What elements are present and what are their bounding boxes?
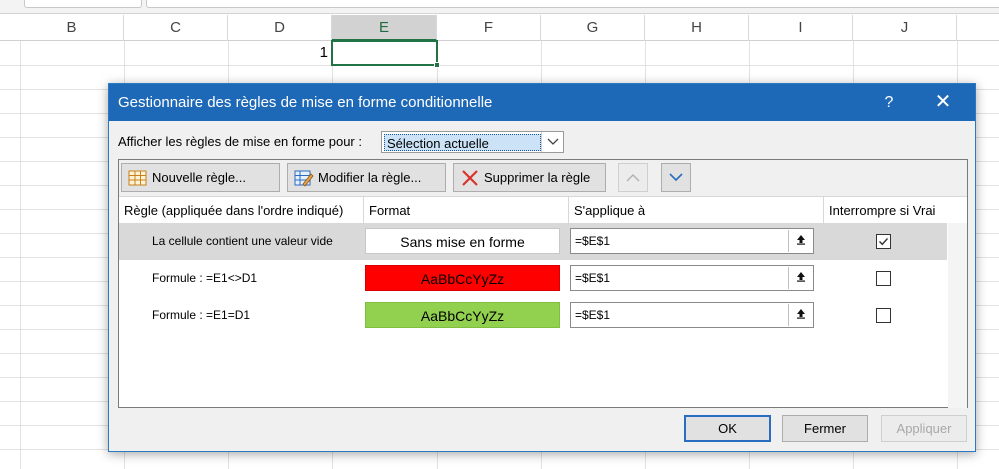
column-header-applies-to: S'applique à — [569, 197, 824, 224]
column-headers: B C D E F G H I J — [0, 15, 999, 41]
checkmark-icon — [879, 238, 889, 246]
format-preview: AaBbCcYyZz — [365, 302, 560, 328]
column-header-h[interactable]: H — [645, 15, 749, 41]
new-rule-button[interactable]: Nouvelle règle... — [121, 163, 280, 192]
show-rules-selected-value: Sélection actuelle — [384, 134, 541, 151]
rules-scrollbar[interactable] — [948, 223, 967, 408]
rule-row[interactable]: La cellule contient une valeur vide Sans… — [119, 223, 947, 260]
rules-toolbar: Nouvelle règle... Modifier la règle... S… — [119, 160, 967, 196]
move-down-button[interactable] — [661, 163, 691, 192]
collapse-dialog-icon[interactable] — [788, 230, 812, 252]
applies-to-field[interactable]: =$E$1 — [570, 302, 814, 328]
cell-d1[interactable]: 1 — [232, 42, 330, 64]
rule-row[interactable]: Formule : =E1<>D1 AaBbCcYyZz =$E$1 — [119, 260, 947, 297]
column-header-rule: Règle (appliquée dans l'ordre indiqué) — [119, 197, 364, 224]
column-header-f[interactable]: F — [437, 15, 541, 41]
help-button[interactable]: ? — [867, 84, 911, 121]
grid-line — [20, 41, 21, 469]
column-header-d[interactable]: D — [228, 15, 332, 41]
move-up-button[interactable] — [618, 163, 648, 192]
rules-panel: Nouvelle règle... Modifier la règle... S… — [118, 159, 968, 408]
edit-rule-label: Modifier la règle... — [318, 170, 422, 185]
ok-button[interactable]: OK — [684, 415, 771, 442]
dialog-title: Gestionnaire des règles de mise en forme… — [118, 94, 493, 111]
stop-if-true-checkbox[interactable] — [876, 271, 891, 286]
delete-rule-label: Supprimer la règle — [484, 170, 591, 185]
column-header-e[interactable]: E — [332, 15, 437, 41]
chevron-down-icon[interactable] — [541, 132, 563, 152]
rules-grid-header: Règle (appliquée dans l'ordre indiqué) F… — [119, 196, 967, 224]
new-rule-label: Nouvelle règle... — [152, 170, 246, 185]
stop-if-true-checkbox[interactable] — [876, 308, 891, 323]
dialog-titlebar[interactable]: Gestionnaire des règles de mise en forme… — [109, 84, 975, 121]
cell-e1-selected[interactable] — [331, 40, 440, 68]
column-header-b[interactable]: B — [20, 15, 124, 41]
delete-x-icon — [460, 169, 480, 187]
applies-to-value: =$E$1 — [575, 308, 611, 322]
column-header-c[interactable]: C — [124, 15, 228, 41]
format-preview: Sans mise en forme — [365, 228, 560, 254]
close-button[interactable]: Fermer — [782, 415, 868, 442]
applies-to-value: =$E$1 — [575, 271, 611, 285]
format-preview: AaBbCcYyZz — [365, 265, 560, 291]
chevron-up-icon — [626, 174, 640, 182]
applies-to-field[interactable]: =$E$1 — [570, 228, 814, 254]
close-icon[interactable]: ✕ — [921, 84, 965, 121]
grid-line — [0, 65, 999, 66]
conditional-formatting-dialog: Gestionnaire des règles de mise en forme… — [108, 83, 976, 452]
apply-button[interactable]: Appliquer — [881, 415, 967, 442]
stop-if-true-checkbox[interactable] — [876, 234, 891, 249]
new-rule-icon — [128, 169, 148, 187]
formula-input[interactable] — [146, 0, 999, 8]
edit-rule-button[interactable]: Modifier la règle... — [287, 163, 446, 192]
chevron-down-icon — [669, 173, 683, 182]
column-header-g[interactable]: G — [541, 15, 645, 41]
applies-to-value: =$E$1 — [575, 234, 611, 248]
rule-row[interactable]: Formule : =E1=D1 AaBbCcYyZz =$E$1 — [119, 297, 947, 334]
formula-bar-strip — [0, 0, 999, 14]
column-header-format: Format — [364, 197, 569, 224]
collapse-dialog-icon[interactable] — [788, 267, 812, 289]
rule-name: La cellule contient une valeur vide — [152, 234, 333, 248]
fill-handle[interactable] — [434, 62, 440, 68]
show-rules-label: Afficher les règles de mise en forme pou… — [118, 134, 362, 149]
column-header-stop-if-true: Interrompre si Vrai — [829, 203, 936, 218]
collapse-dialog-icon[interactable] — [788, 304, 812, 326]
name-box[interactable] — [24, 0, 142, 8]
edit-rule-icon — [294, 169, 314, 187]
column-header-j[interactable]: J — [853, 15, 957, 41]
rule-name: Formule : =E1=D1 — [152, 308, 251, 322]
delete-rule-button[interactable]: Supprimer la règle — [453, 163, 606, 192]
show-rules-select[interactable]: Sélection actuelle — [381, 131, 564, 153]
applies-to-field[interactable]: =$E$1 — [570, 265, 814, 291]
rule-name: Formule : =E1<>D1 — [152, 271, 258, 285]
column-header-i[interactable]: I — [749, 15, 853, 41]
